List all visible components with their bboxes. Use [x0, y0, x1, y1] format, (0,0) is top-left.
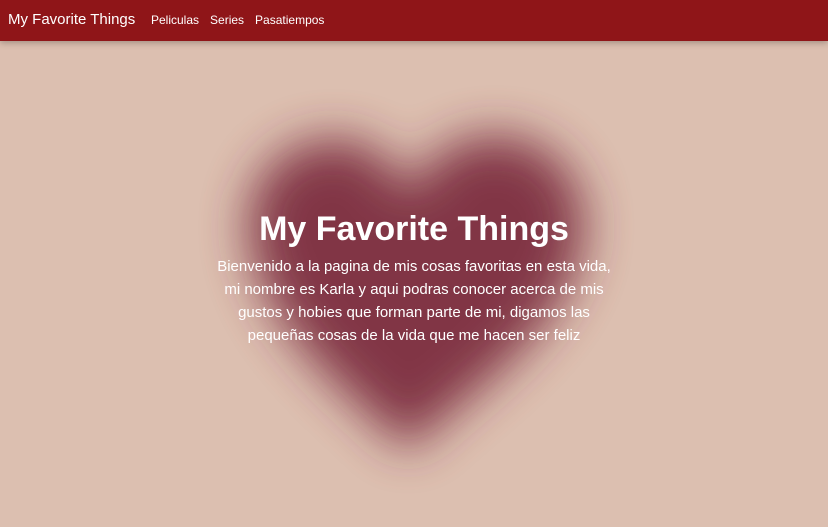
nav-link-peliculas[interactable]: Peliculas: [151, 13, 199, 27]
hero-content: My Favorite Things Bienvenido a la pagin…: [0, 207, 828, 347]
nav-links: Peliculas Series Pasatiempos: [151, 13, 324, 27]
nav-link-series[interactable]: Series: [210, 13, 244, 27]
hero-title: My Favorite Things: [259, 210, 569, 248]
hero-section: My Favorite Things Bienvenido a la pagin…: [0, 41, 828, 527]
nav-link-pasatiempos[interactable]: Pasatiempos: [255, 13, 324, 27]
brand-link[interactable]: My Favorite Things: [8, 11, 135, 28]
hero-description: Bienvenido a la pagina de mis cosas favo…: [217, 258, 611, 344]
navbar: My Favorite Things Peliculas Series Pasa…: [0, 0, 828, 41]
